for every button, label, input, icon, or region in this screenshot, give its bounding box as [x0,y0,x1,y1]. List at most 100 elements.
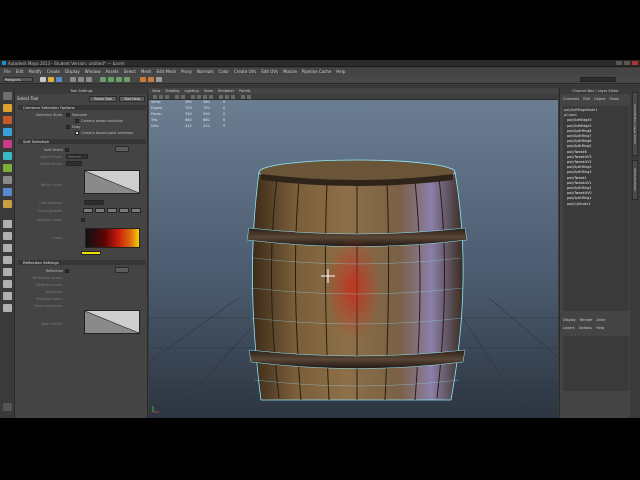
history-node[interactable]: polySplitRing4 [567,165,591,169]
snap-plane-icon[interactable] [124,77,130,82]
tab-object[interactable]: Object [594,97,605,101]
side-tab-channel-box[interactable]: Channel Box / Layer Editor [632,92,638,156]
viewport-canvas[interactable] [149,88,558,418]
layout-graph-icon[interactable] [3,268,12,276]
preset-2-button[interactable] [95,208,105,213]
tab-anim[interactable]: Anim [596,318,605,322]
tab-render[interactable]: Render [580,318,592,322]
menu-edit-mesh[interactable]: Edit Mesh [156,69,176,74]
menu-help[interactable]: Help [336,69,345,74]
menu-create-uvs[interactable]: Create UVs [234,69,256,74]
layout-outliner-icon[interactable] [3,256,12,264]
select-component-icon[interactable] [86,77,92,82]
viewport-menu-show[interactable]: Show [204,89,213,93]
isolate-select-icon[interactable] [241,95,245,99]
snap-curve-icon[interactable] [108,77,114,82]
ipr-render-icon[interactable] [148,77,154,82]
preset-5-button[interactable] [131,208,141,213]
wireframe-icon[interactable] [191,95,195,99]
soft-reset-button[interactable] [115,146,129,152]
menu-select[interactable]: Select [124,69,136,74]
tab-channels[interactable]: Channels [563,97,579,101]
lasso-tool-icon[interactable] [3,104,12,112]
ambient-occlusion-icon[interactable] [225,95,229,99]
color-ramp[interactable] [85,228,140,248]
layout-uv-icon[interactable] [3,292,12,300]
soft-mod-icon[interactable] [3,176,12,184]
menu-create[interactable]: Create [47,69,60,74]
history-node[interactable]: pCube1 [564,113,577,117]
common-selection-section[interactable]: Common Selection Options [18,105,146,110]
bookmarks-icon[interactable] [165,95,169,99]
tool-help-button[interactable]: Tool Help [119,96,145,102]
render-settings-icon[interactable] [156,77,162,82]
history-node[interactable]: polySplitRing6 [567,139,591,143]
snap-point-icon[interactable] [116,77,122,82]
viewport-menu-view[interactable]: View [152,89,160,93]
tab-display[interactable]: Display [563,318,576,322]
menu-mesh[interactable]: Mesh [141,69,152,74]
history-node[interactable]: polyTweak1 [567,176,587,180]
reset-tool-button[interactable]: Reset Tool [89,96,117,102]
layout-four-icon[interactable] [3,232,12,240]
xray-icon[interactable] [231,95,235,99]
select-hierarchy-icon[interactable] [70,77,76,82]
save-scene-icon[interactable] [56,77,62,82]
history-node[interactable]: polySoftEdge3 [567,118,592,122]
universal-manip-icon[interactable] [3,164,12,172]
history-node[interactable]: polySoftEdge2 [567,124,592,128]
history-node[interactable]: polySplitRing5 [567,144,591,148]
history-list[interactable]: polySoftEdgeNode1 pCube1 polySoftEdge3 poly… [563,106,629,311]
select-camera-icon[interactable] [153,95,157,99]
preset-1-button[interactable] [83,208,93,213]
tab-layers[interactable]: Layers [563,326,575,330]
open-scene-icon[interactable] [48,77,54,82]
soft-selection-section[interactable]: Soft Selection [18,139,146,144]
script-editor-icon[interactable] [3,403,12,411]
history-node[interactable]: polySplitRing7 [567,134,591,138]
history-node[interactable]: polySplitRing2 [567,186,591,190]
falloff-radius-field[interactable] [66,161,82,166]
new-scene-icon[interactable] [40,77,46,82]
tab-options[interactable]: Options [579,326,593,330]
camera-attributes-icon[interactable] [159,95,163,99]
maximize-button[interactable] [624,61,630,65]
menu-assets[interactable]: Assets [106,69,119,74]
menu-muscle[interactable]: Muscle [283,69,297,74]
layout-two-icon[interactable] [3,244,12,252]
reflection-reset-button[interactable] [115,267,129,273]
history-node[interactable]: polyTweakUV3 [567,155,592,159]
history-node[interactable]: polyTweak6 [567,150,587,154]
scale-tool-icon[interactable] [3,152,12,160]
preset-4-button[interactable] [119,208,129,213]
shadows-icon[interactable] [219,95,223,99]
layout-render-icon[interactable] [3,304,12,312]
side-tab-attribute-editor[interactable]: Attribute Editor [632,160,638,200]
menu-edit[interactable]: Edit [16,69,24,74]
drag-radio[interactable] [66,125,70,129]
tab-edit[interactable]: Edit [583,97,590,101]
menu-window[interactable]: Window [85,69,101,74]
interpolation-dropdown[interactable] [84,200,104,205]
select-object-icon[interactable] [78,77,84,82]
image-plane-icon[interactable] [175,95,179,99]
snap-grid-icon[interactable] [100,77,106,82]
history-node[interactable]: polyTweakUV1 [567,181,592,185]
perspective-viewport[interactable]: View Shading Lighting Show Renderer Panels Ve… [149,88,558,418]
rotate-tool-icon[interactable] [3,140,12,148]
minimize-button[interactable] [616,61,622,65]
smooth-shade-icon[interactable] [197,95,201,99]
falloff-curve-graph[interactable] [84,170,140,194]
viewport-color-checkbox[interactable] [81,218,85,222]
history-node[interactable]: polyTweakUV2 [567,160,592,164]
close-button[interactable] [632,61,638,65]
show-manip-icon[interactable] [3,188,12,196]
tab-show[interactable]: Show [609,97,618,101]
lights-icon[interactable] [209,95,213,99]
viewport-menu-shading[interactable]: Shading [165,89,179,93]
reflection-checkbox[interactable] [65,269,69,273]
viewport-menu-renderer[interactable]: Renderer [218,89,234,93]
menu-normals[interactable]: Normals [197,69,214,74]
menu-set-dropdown[interactable]: Polygons [3,77,33,82]
layer-list[interactable] [563,336,629,391]
